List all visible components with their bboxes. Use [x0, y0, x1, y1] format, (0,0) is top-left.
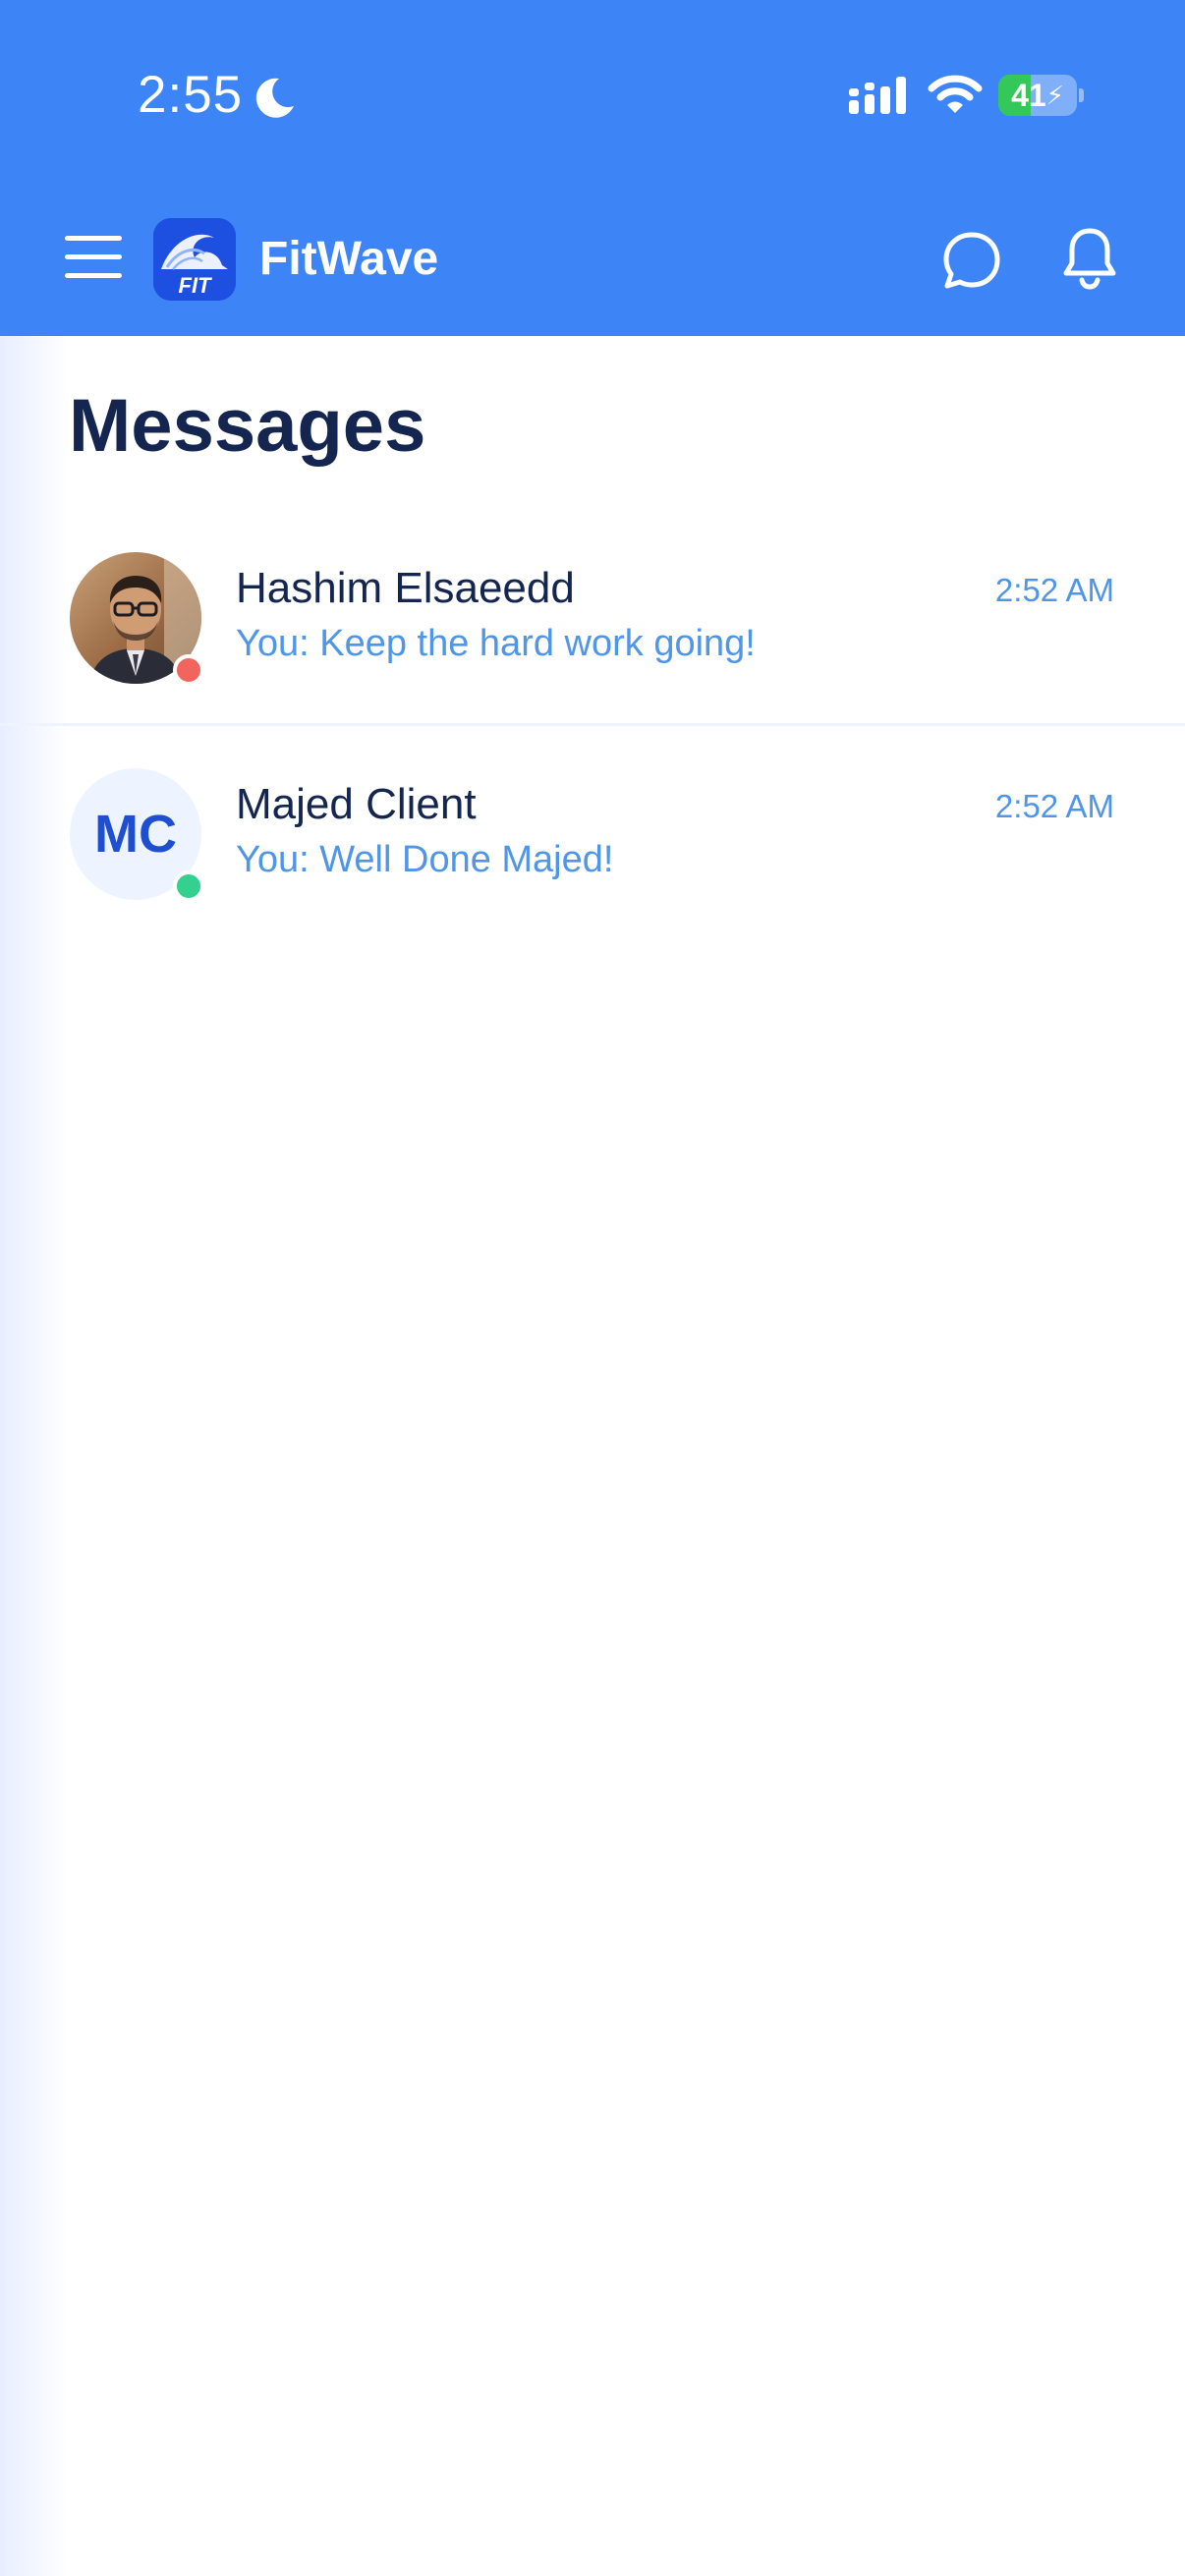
- presence-indicator: [173, 654, 204, 686]
- app-logo: FIT: [153, 218, 236, 301]
- conversation-item[interactable]: Hashim Elsaeedd You: Keep the hard work …: [0, 509, 1185, 726]
- conversation-preview: You: Keep the hard work going!: [236, 623, 756, 664]
- conversation-item[interactable]: MC Majed Client You: Well Done Majed! 2:…: [0, 725, 1185, 939]
- page-title: Messages: [69, 384, 426, 468]
- battery-icon: 41 ⚡: [998, 75, 1077, 116]
- presence-indicator: [173, 870, 204, 902]
- conversation-name: Majed Client: [236, 780, 477, 828]
- bell-icon[interactable]: [1061, 226, 1118, 291]
- svg-text:FIT: FIT: [179, 273, 213, 298]
- menu-icon[interactable]: [65, 232, 124, 283]
- chat-icon[interactable]: [941, 230, 1002, 291]
- conversation-preview: You: Well Done Majed!: [236, 839, 614, 880]
- moon-icon: [255, 78, 294, 118]
- wifi-icon: [928, 75, 983, 113]
- battery-cap: [1079, 88, 1084, 102]
- app-bar: FIT FitWave: [0, 187, 1185, 336]
- status-time: 2:55: [138, 66, 244, 124]
- app-name: FitWave: [259, 233, 439, 285]
- status-bar: 2:55 41 ⚡: [0, 0, 1185, 187]
- battery-percent: 41 ⚡: [1011, 77, 1064, 113]
- conversation-time: 2:52 AM: [994, 572, 1114, 608]
- conversation-time: 2:52 AM: [994, 788, 1114, 824]
- conversation-name: Hashim Elsaeedd: [236, 564, 575, 612]
- signal-icon: [849, 77, 906, 114]
